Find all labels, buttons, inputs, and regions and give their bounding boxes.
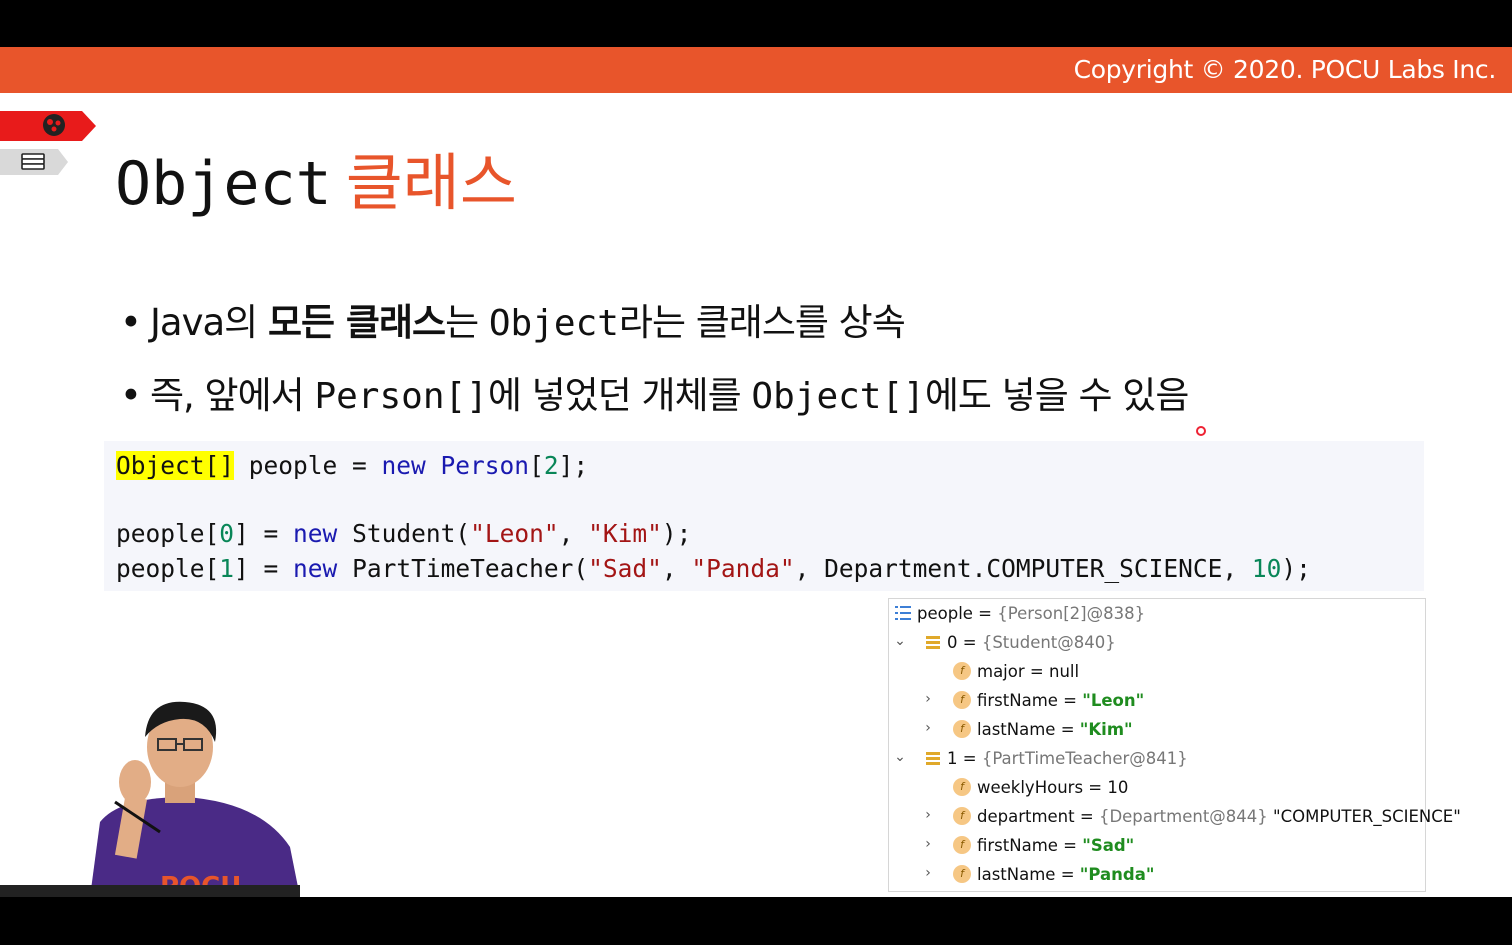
bullet-text: 즉, 앞에서: [150, 374, 315, 417]
chevron-right-icon[interactable]: ›: [921, 836, 935, 852]
books-tag: [0, 149, 68, 175]
debug-row-lastname[interactable]: › f lastName = "Kim": [889, 717, 1425, 743]
bullet-text: 에 넣었던 개체를: [487, 374, 752, 417]
bullet-item: • 즉, 앞에서 Person[]에 넣었던 개체를 Object[]에도 넣을 …: [120, 365, 1190, 419]
bullet-item: • Java의 모든 클래스는 Object라는 클래스를 상속: [120, 292, 906, 346]
code-highlight: Object[]: [116, 451, 235, 480]
bullet-code: Person[]: [314, 376, 488, 417]
code-block: Object[] people = new Person[2]; people[…: [104, 441, 1424, 591]
chevron-down-icon[interactable]: ⌄: [893, 749, 907, 765]
bullet-code: Object: [488, 303, 619, 344]
title-korean: 클래스: [345, 146, 517, 219]
bullet-code: Object[]: [751, 376, 925, 417]
bullet-dot: •: [120, 301, 142, 344]
field-icon: f: [953, 691, 971, 709]
debug-row-weeklyhours[interactable]: f weeklyHours = 10: [889, 775, 1425, 801]
bullet-text: Java의: [150, 301, 268, 344]
debugger-variables-panel: people = {Person[2]@838} ⌄ 0 = {Student@…: [888, 598, 1461, 892]
list-icon: [926, 636, 940, 649]
page-title: Object 클래스: [115, 132, 517, 222]
title-code: Object: [115, 149, 332, 219]
chevron-right-icon[interactable]: ›: [921, 865, 935, 881]
list-icon: [895, 606, 911, 620]
chevron-right-icon[interactable]: ›: [921, 691, 935, 707]
field-icon: f: [953, 778, 971, 796]
debug-row-people[interactable]: people = {Person[2]@838}: [889, 601, 1425, 627]
slide: Copyright © 2020. POCU Labs Inc. Object 클…: [0, 47, 1512, 897]
list-icon: [926, 752, 940, 765]
chevron-down-icon[interactable]: ⌄: [893, 633, 907, 649]
field-icon: f: [953, 865, 971, 883]
code-line: Object[] people = new Person[2];: [116, 451, 589, 480]
chevron-right-icon[interactable]: ›: [921, 720, 935, 736]
field-icon: f: [953, 720, 971, 738]
brain-icon: [43, 114, 65, 136]
debug-row-major[interactable]: f major = null: [889, 659, 1425, 685]
debug-row-firstname[interactable]: › f firstName = "Sad": [889, 833, 1425, 859]
field-icon: f: [953, 807, 971, 825]
bullet-text: 는: [445, 301, 489, 344]
field-icon: f: [953, 836, 971, 854]
code-line: people[0] = new Student("Leon", "Kim");: [116, 519, 692, 548]
copyright-bar: Copyright © 2020. POCU Labs Inc.: [0, 47, 1512, 93]
bullet-dot: •: [120, 374, 142, 417]
debug-row-index-0[interactable]: ⌄ 0 = {Student@840}: [889, 630, 1425, 656]
debug-row-firstname[interactable]: › f firstName = "Leon": [889, 688, 1425, 714]
bullet-bold: 모든 클래스: [267, 301, 446, 344]
bullet-text: 에도 넣을 수 있음: [924, 374, 1190, 417]
debug-row-department[interactable]: › f department = {Department@844} "COMPU…: [889, 804, 1461, 830]
presenter-video: POCU: [0, 647, 300, 897]
bullet-text: 라는 클래스를 상속: [618, 301, 906, 344]
chevron-right-icon[interactable]: ›: [921, 807, 935, 823]
debug-row-lastname[interactable]: › f lastName = "Panda": [889, 862, 1425, 888]
brain-tag: [0, 111, 96, 141]
field-icon: f: [953, 662, 971, 680]
laser-pointer: [1196, 426, 1206, 436]
code-line: people[1] = new PartTimeTeacher("Sad", "…: [116, 554, 1311, 583]
copyright-text: Copyright © 2020. POCU Labs Inc.: [1073, 55, 1497, 84]
debug-row-index-1[interactable]: ⌄ 1 = {PartTimeTeacher@841}: [889, 746, 1425, 772]
books-icon: [21, 153, 45, 170]
